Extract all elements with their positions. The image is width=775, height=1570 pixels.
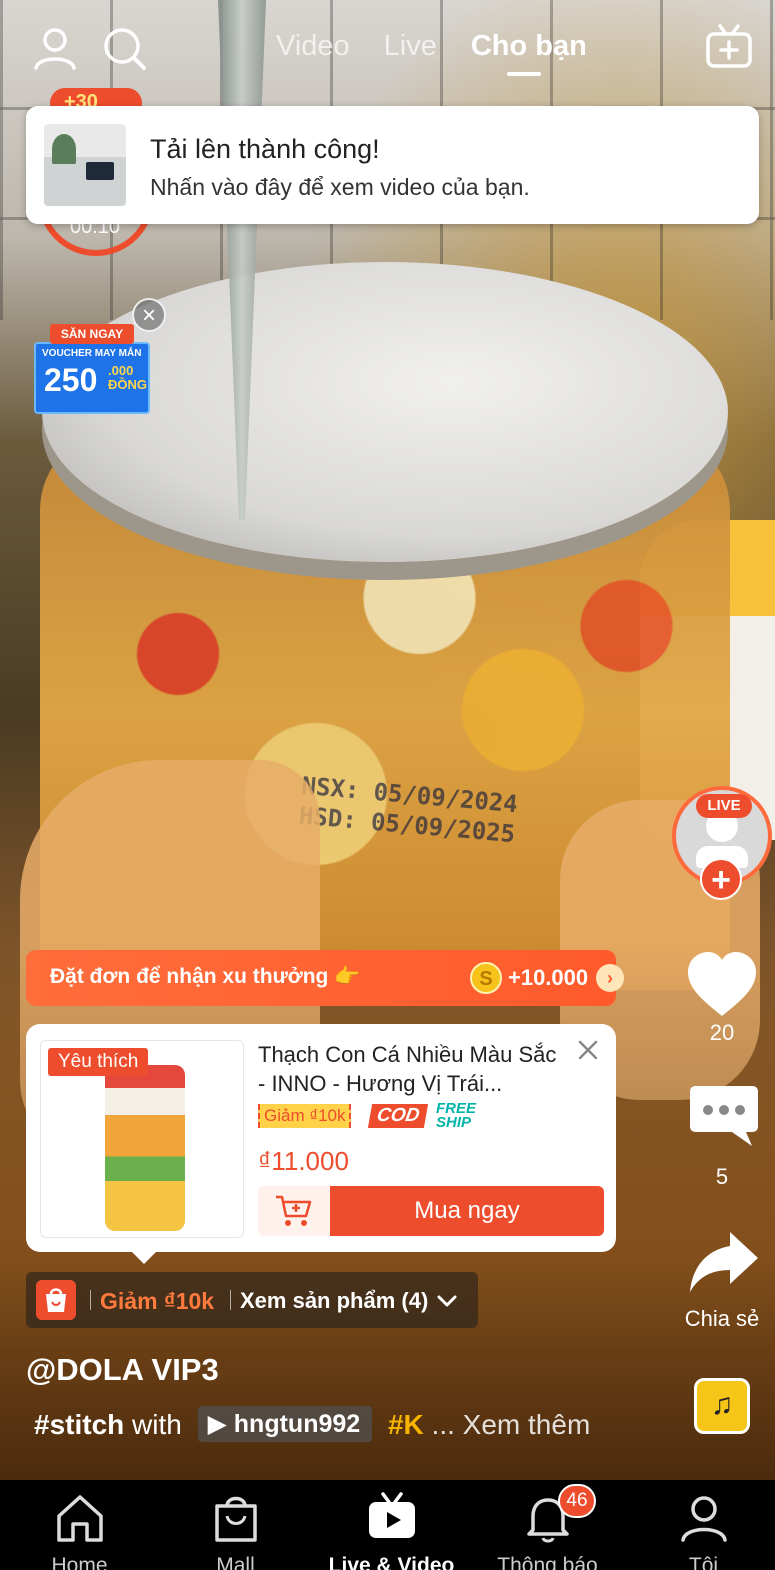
- voucher-card: VOUCHER MAY MẮN 250 .000 ĐỒNG: [34, 342, 150, 414]
- product-card[interactable]: Yêu thích Thạch Con Cá Nhiều Màu Sắc - I…: [26, 1024, 616, 1264]
- notification-count-badge: 46: [558, 1484, 596, 1518]
- nav-notifications[interactable]: 46 Thông báo: [470, 1484, 625, 1570]
- shopping-bag-icon: [36, 1280, 76, 1320]
- upload-success-toast[interactable]: Tải lên thành công! Nhấn vào đây để xem …: [26, 106, 759, 224]
- voucher-unit: .000 ĐỒNG: [108, 364, 147, 392]
- comment-icon[interactable]: [686, 1082, 762, 1152]
- top-bar: Video Live Cho bạn: [0, 0, 775, 100]
- voucher-close-icon[interactable]: ×: [132, 298, 166, 332]
- voucher-unit-bottom: ĐỒNG: [108, 377, 147, 392]
- favorite-tag: Yêu thích: [48, 1048, 149, 1076]
- profile-icon[interactable]: [30, 24, 80, 74]
- view-products-text: Xem sản phẩm (4): [240, 1288, 429, 1313]
- chevron-right-icon[interactable]: ›: [596, 964, 624, 992]
- freeship-line2: SHIP: [436, 1114, 472, 1131]
- tab-live[interactable]: Live: [384, 30, 437, 63]
- music-note-icon[interactable]: ♫: [694, 1378, 750, 1434]
- comment-count: 5: [715, 1164, 729, 1189]
- nav-home-label: Home: [51, 1554, 108, 1570]
- author-handle[interactable]: @DOLA VIP3: [26, 1352, 219, 1388]
- mall-bag-icon: [214, 1496, 257, 1542]
- nav-me[interactable]: Tôi: [626, 1492, 775, 1570]
- nav-home[interactable]: Home: [2, 1492, 157, 1570]
- cod-badge: COD: [367, 1104, 429, 1128]
- buy-now-button[interactable]: Mua ngay: [330, 1186, 604, 1236]
- reward-amount: +10.000: [508, 965, 589, 990]
- nav-live-video-label: Live & Video: [328, 1554, 455, 1570]
- feed-tabs: Video Live Cho bạn: [276, 30, 587, 76]
- nav-mall-label: Mall: [216, 1554, 255, 1570]
- chevron-down-icon[interactable]: [436, 1290, 458, 1312]
- caption-with: with: [132, 1409, 182, 1440]
- live-video-icon: [368, 1492, 415, 1538]
- voucher-line: VOUCHER MAY MẮN: [42, 348, 142, 359]
- nav-notifications-label: Thông báo: [497, 1554, 598, 1570]
- nav-me-label: Tôi: [688, 1554, 719, 1570]
- voucher-amount: 250: [44, 362, 98, 398]
- reward-text: Đặt đơn để nhận xu thưởng 👉: [50, 965, 361, 988]
- nav-mall[interactable]: Mall: [158, 1492, 313, 1570]
- toast-video-thumbnail: [44, 124, 126, 206]
- live-badge: LIVE: [696, 794, 752, 818]
- divider: [90, 1290, 91, 1310]
- cart-icon: [276, 1195, 312, 1226]
- coin-icon: S: [470, 962, 502, 994]
- product-price: ₫11.000: [258, 1146, 349, 1176]
- voucher-hunt-label: SĂN NGAY: [50, 324, 134, 344]
- hashtag-k[interactable]: #K: [388, 1409, 424, 1440]
- stitched-user-chip[interactable]: ▶ hngtun992: [197, 1406, 373, 1442]
- follow-plus-icon[interactable]: +: [700, 858, 742, 900]
- product-title[interactable]: Thạch Con Cá Nhiều Màu Sắc - INNO - Hươn…: [258, 1040, 568, 1098]
- tab-for-you[interactable]: Cho bạn: [471, 30, 587, 76]
- see-more-link[interactable]: ... Xem thêm: [432, 1409, 591, 1440]
- heart-icon[interactable]: [684, 950, 760, 1020]
- close-icon[interactable]: [576, 1038, 600, 1062]
- shop-discount-text: Giảm ₫10k: [100, 1288, 215, 1314]
- lucky-voucher-widget[interactable]: VOUCHER MAY MẮN 250 .000 ĐỒNG SĂN NGAY: [34, 322, 150, 414]
- product-jar-picture: [105, 1065, 185, 1231]
- play-icon: ▶: [207, 1410, 234, 1438]
- hashtag-stitch[interactable]: #stitch: [34, 1409, 124, 1440]
- share-icon[interactable]: [686, 1228, 762, 1298]
- order-reward-banner[interactable]: Đặt đơn để nhận xu thưởng 👉 S +10.000 ›: [26, 950, 624, 1006]
- tab-video[interactable]: Video: [276, 30, 350, 63]
- discount-badge: Giảm ₫10k: [258, 1104, 352, 1128]
- divider: [230, 1290, 231, 1310]
- toast-subtitle: Nhấn vào đây để xem video của bạn.: [150, 174, 530, 200]
- bottom-nav: Home Mall Live & Video 46 Thông báo Tôi: [0, 1480, 775, 1570]
- add-to-cart-button[interactable]: [258, 1186, 330, 1236]
- nav-live-video[interactable]: Live & Video: [314, 1492, 469, 1570]
- freeship-badge: FREE SHIP: [436, 1101, 476, 1131]
- voucher-unit-top: .000: [108, 363, 134, 378]
- like-count: 20: [709, 1020, 735, 1045]
- home-icon: [56, 1495, 103, 1542]
- profile-icon: [680, 1496, 727, 1542]
- shop-products-bar[interactable]: Giảm ₫10k Xem sản phẩm (4): [26, 1272, 478, 1328]
- toast-title: Tải lên thành công!: [150, 134, 380, 164]
- search-icon[interactable]: [100, 24, 150, 74]
- video-caption[interactable]: #stitch with ▶ hngtun992 #K ... Xem thêm: [34, 1406, 590, 1450]
- upload-video-icon[interactable]: [704, 22, 754, 72]
- stitched-user-name: hngtun992: [233, 1410, 361, 1438]
- share-label: Chia sẻ: [684, 1306, 760, 1331]
